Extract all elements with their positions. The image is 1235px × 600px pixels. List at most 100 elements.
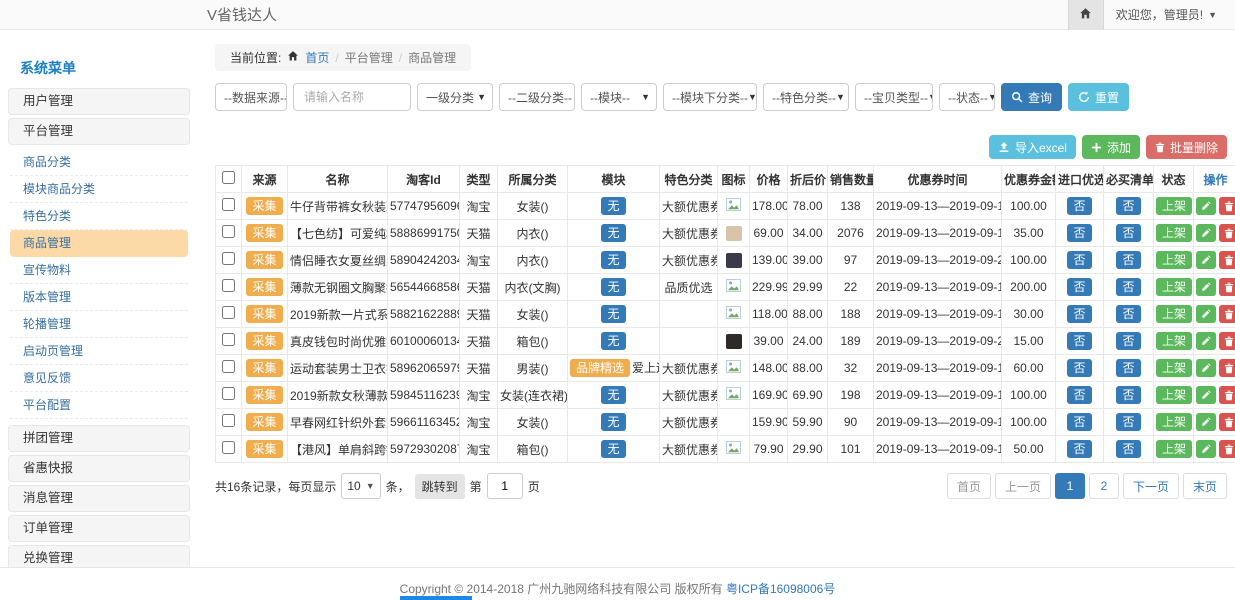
row-checkbox[interactable] (222, 387, 235, 400)
page-button-上一页[interactable]: 上一页 (995, 473, 1051, 499)
sidebar-section-消息管理[interactable]: 消息管理 (8, 485, 190, 512)
module-badge[interactable]: 无 (601, 332, 625, 350)
sidebar-item-意见反馈[interactable]: 意见反馈 (10, 365, 188, 392)
import-select-toggle[interactable]: 否 (1067, 332, 1091, 350)
breadcrumb-home-link[interactable]: 首页 (305, 49, 329, 66)
sidebar-item-商品分类[interactable]: 商品分类 (10, 149, 188, 176)
must-buy-toggle[interactable]: 否 (1116, 332, 1140, 350)
edit-button[interactable] (1196, 305, 1216, 323)
module-badge[interactable]: 无 (601, 305, 625, 323)
delete-button[interactable] (1219, 386, 1235, 404)
page-button-末页[interactable]: 末页 (1183, 473, 1227, 499)
edit-button[interactable] (1196, 278, 1216, 296)
edit-button[interactable] (1196, 332, 1216, 350)
delete-button[interactable] (1219, 251, 1235, 269)
filter-select-宝贝类型[interactable]: --宝贝类型--▼ (855, 83, 933, 111)
delete-button[interactable] (1219, 440, 1235, 458)
添加-button[interactable]: 添加 (1082, 135, 1140, 159)
must-buy-toggle[interactable]: 否 (1116, 224, 1140, 242)
module-badge[interactable]: 无 (601, 386, 625, 404)
import-select-toggle[interactable]: 否 (1067, 224, 1091, 242)
page-button-1[interactable]: 1 (1055, 473, 1085, 499)
row-checkbox[interactable] (222, 306, 235, 319)
edit-button[interactable] (1196, 197, 1216, 215)
filter-select-模块[interactable]: --模块--▼ (581, 83, 657, 111)
row-checkbox[interactable] (222, 414, 235, 427)
edit-button[interactable] (1196, 413, 1216, 431)
module-badge[interactable]: 无 (601, 197, 625, 215)
sidebar-item-宣传物料[interactable]: 宣传物料 (10, 257, 188, 284)
sidebar-section-平台管理[interactable]: 平台管理 (8, 118, 190, 145)
status-badge[interactable]: 上架 (1156, 197, 1192, 215)
import-select-toggle[interactable]: 否 (1067, 386, 1091, 404)
row-checkbox[interactable] (222, 252, 235, 265)
icp-link[interactable]: 粤ICP备16098006号 (726, 582, 835, 596)
delete-button[interactable] (1219, 278, 1235, 296)
filter-select-模块下分类[interactable]: --模块下分类--▼ (663, 83, 757, 111)
status-badge[interactable]: 上架 (1156, 440, 1192, 458)
select-all-checkbox[interactable] (222, 171, 235, 184)
name-search-input[interactable] (293, 83, 411, 111)
edit-button[interactable] (1196, 359, 1216, 377)
row-checkbox[interactable] (222, 360, 235, 373)
filter-select-二级分类[interactable]: --二级分类--▼ (499, 83, 575, 111)
import-select-toggle[interactable]: 否 (1067, 440, 1091, 458)
must-buy-toggle[interactable]: 否 (1116, 305, 1140, 323)
user-menu[interactable]: 欢迎您，管理员! ▼ (1104, 6, 1235, 23)
must-buy-toggle[interactable]: 否 (1116, 359, 1140, 377)
import-select-toggle[interactable]: 否 (1067, 197, 1091, 215)
module-badge[interactable]: 品牌精选 (570, 359, 630, 377)
批量删除-button[interactable]: 批量删除 (1146, 135, 1227, 159)
sidebar-section-省惠快报[interactable]: 省惠快报 (8, 455, 190, 482)
module-badge[interactable]: 无 (601, 251, 625, 269)
sidebar-item-启动页管理[interactable]: 启动页管理 (10, 338, 188, 365)
sidebar-item-特色分类[interactable]: 特色分类 (10, 203, 188, 230)
import-select-toggle[interactable]: 否 (1067, 278, 1091, 296)
edit-button[interactable] (1196, 251, 1216, 269)
status-badge[interactable]: 上架 (1156, 359, 1192, 377)
sidebar-item-商品管理[interactable]: 商品管理 (10, 230, 188, 257)
sidebar-section-用户管理[interactable]: 用户管理 (8, 88, 190, 115)
sidebar-item-模块商品分类[interactable]: 模块商品分类 (10, 176, 188, 203)
status-badge[interactable]: 上架 (1156, 278, 1192, 296)
module-badge[interactable]: 无 (601, 440, 625, 458)
delete-button[interactable] (1219, 197, 1235, 215)
status-badge[interactable]: 上架 (1156, 251, 1192, 269)
filter-select-状态[interactable]: --状态--▼ (939, 83, 995, 111)
must-buy-toggle[interactable]: 否 (1116, 440, 1140, 458)
edit-button[interactable] (1196, 386, 1216, 404)
delete-button[interactable] (1219, 224, 1235, 242)
import-select-toggle[interactable]: 否 (1067, 413, 1091, 431)
must-buy-toggle[interactable]: 否 (1116, 197, 1140, 215)
must-buy-toggle[interactable]: 否 (1116, 251, 1140, 269)
module-badge[interactable]: 无 (601, 413, 625, 431)
row-checkbox[interactable] (222, 225, 235, 238)
filter-select-特色分类[interactable]: --特色分类--▼ (763, 83, 849, 111)
page-button-首页[interactable]: 首页 (947, 473, 991, 499)
home-button[interactable] (1068, 0, 1104, 30)
delete-button[interactable] (1219, 359, 1235, 377)
row-checkbox[interactable] (222, 333, 235, 346)
sidebar-item-轮播管理[interactable]: 轮播管理 (10, 311, 188, 338)
jump-page-input[interactable] (487, 473, 523, 499)
import-select-toggle[interactable]: 否 (1067, 359, 1091, 377)
row-checkbox[interactable] (222, 198, 235, 211)
delete-button[interactable] (1219, 305, 1235, 323)
delete-button[interactable] (1219, 413, 1235, 431)
sidebar-item-版本管理[interactable]: 版本管理 (10, 284, 188, 311)
edit-button[interactable] (1196, 440, 1216, 458)
page-button-2[interactable]: 2 (1089, 473, 1119, 499)
module-badge[interactable]: 无 (601, 278, 625, 296)
search-button[interactable]: 查询 (1001, 83, 1062, 111)
edit-button[interactable] (1196, 224, 1216, 242)
row-checkbox[interactable] (222, 441, 235, 454)
sidebar-item-平台配置[interactable]: 平台配置 (10, 392, 188, 419)
jump-button[interactable]: 跳转到 (415, 474, 465, 499)
status-badge[interactable]: 上架 (1156, 386, 1192, 404)
status-badge[interactable]: 上架 (1156, 224, 1192, 242)
page-button-下一页[interactable]: 下一页 (1123, 473, 1179, 499)
delete-button[interactable] (1219, 332, 1235, 350)
filter-select-数据来源[interactable]: --数据来源--▼ (215, 83, 287, 111)
status-badge[interactable]: 上架 (1156, 413, 1192, 431)
导入excel-button[interactable]: 导入excel (989, 135, 1076, 159)
